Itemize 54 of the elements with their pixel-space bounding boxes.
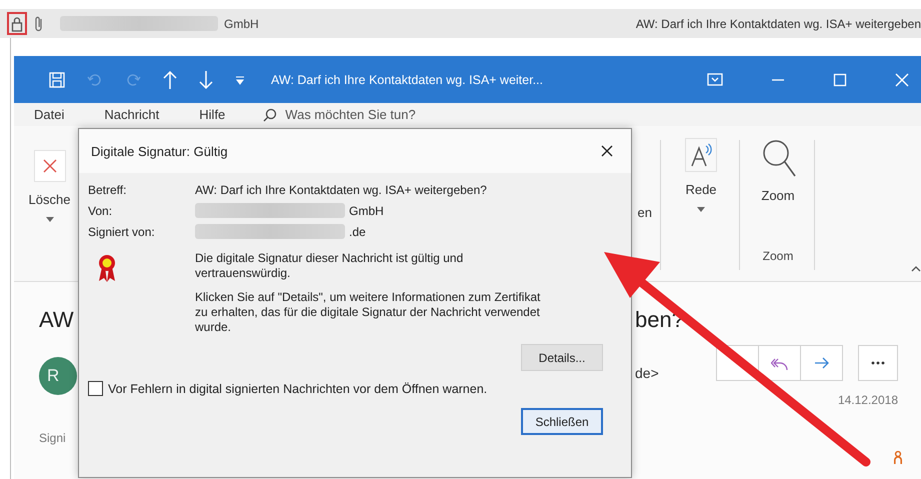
avatar: R	[39, 357, 77, 395]
read-aloud-icon[interactable]	[689, 142, 713, 168]
redo-icon	[125, 72, 141, 88]
person-icon	[894, 451, 902, 465]
ribbon-display-icon[interactable]	[707, 73, 723, 86]
field-value: GmbH	[349, 204, 384, 218]
message-list-row[interactable]: GmbH AW: Darf ich Ihre Kontaktdaten wg. ISA+ weitergeben	[0, 9, 921, 38]
close-button[interactable]: Schließen	[521, 408, 603, 435]
field-label: Signiert von:	[88, 224, 156, 238]
ribbon-tab[interactable]: Datei	[34, 107, 64, 122]
ribbon-label[interactable]: en	[638, 205, 652, 220]
lock-icon	[11, 16, 23, 32]
close-icon[interactable]	[601, 145, 613, 157]
zoom-label[interactable]: Zoom	[761, 188, 795, 203]
message-date: 14.12.2018	[838, 393, 898, 407]
info-text: Klicken Sie auf "Details", um weitere Informationen zum Zertifikat zu erhalten, das für die digitale Signatur der Nachricht verwendet wurde.	[195, 290, 542, 335]
undo-icon	[87, 72, 103, 88]
delete-icon	[42, 159, 56, 173]
info-text: Die digitale Signatur dieser Nachricht ist gültig und vertrauenswürdig.	[195, 251, 464, 281]
delete-label[interactable]: Lösche	[28, 192, 70, 207]
sender-address: de>	[635, 365, 659, 381]
details-button[interactable]: Details...	[521, 344, 603, 371]
field-label: Betreff:	[88, 183, 128, 197]
forward-icon	[814, 357, 830, 369]
signature-text: Signi	[39, 431, 66, 445]
up-arrow-icon[interactable]	[163, 70, 177, 90]
group-label: Zoom	[762, 249, 794, 263]
checkbox-label[interactable]: Vor Fehlern in digital signierten Nachrichten vor dem Öffnen warnen.	[108, 382, 488, 396]
dropdown-caret-icon[interactable]	[46, 217, 54, 222]
field-label: Von:	[88, 204, 114, 218]
checkbox[interactable]	[88, 381, 103, 396]
message-subject: AW	[39, 307, 74, 333]
field-value: .de	[349, 224, 366, 238]
field-value: AW: Darf ich Ihre Kontaktdaten wg. ISA+ weitergeben?	[195, 183, 487, 197]
dropdown-caret-icon[interactable]	[697, 207, 705, 212]
ribbon-tab[interactable]: Hilfe	[199, 107, 226, 122]
down-arrow-icon[interactable]	[199, 70, 213, 90]
save-icon[interactable]	[49, 72, 65, 88]
collapse-caret-icon[interactable]	[911, 266, 921, 272]
paperclip-icon	[34, 14, 44, 32]
dialog-title: Digitale Signatur: Gültig	[91, 144, 228, 158]
maximize-icon[interactable]	[833, 72, 847, 86]
search-field[interactable]: Was möchten Sie tun?	[285, 107, 416, 122]
speech-label[interactable]: Rede	[685, 182, 717, 197]
search-icon[interactable]	[263, 108, 278, 122]
more-icon	[871, 361, 885, 365]
customize-caret-icon[interactable]	[235, 74, 245, 84]
award-ribbon-icon	[97, 253, 117, 283]
sender-name: GmbH	[224, 16, 259, 30]
ribbon-tab[interactable]: Nachricht	[104, 107, 160, 122]
window-title: AW: Darf ich Ihre Kontaktdaten wg. ISA+ weiter...	[271, 72, 544, 86]
subject-text: AW: Darf ich Ihre Kontaktdaten wg. ISA+ weitergeben	[636, 16, 921, 30]
delete-button[interactable]	[34, 150, 66, 182]
reply-all-button[interactable]	[758, 345, 801, 381]
